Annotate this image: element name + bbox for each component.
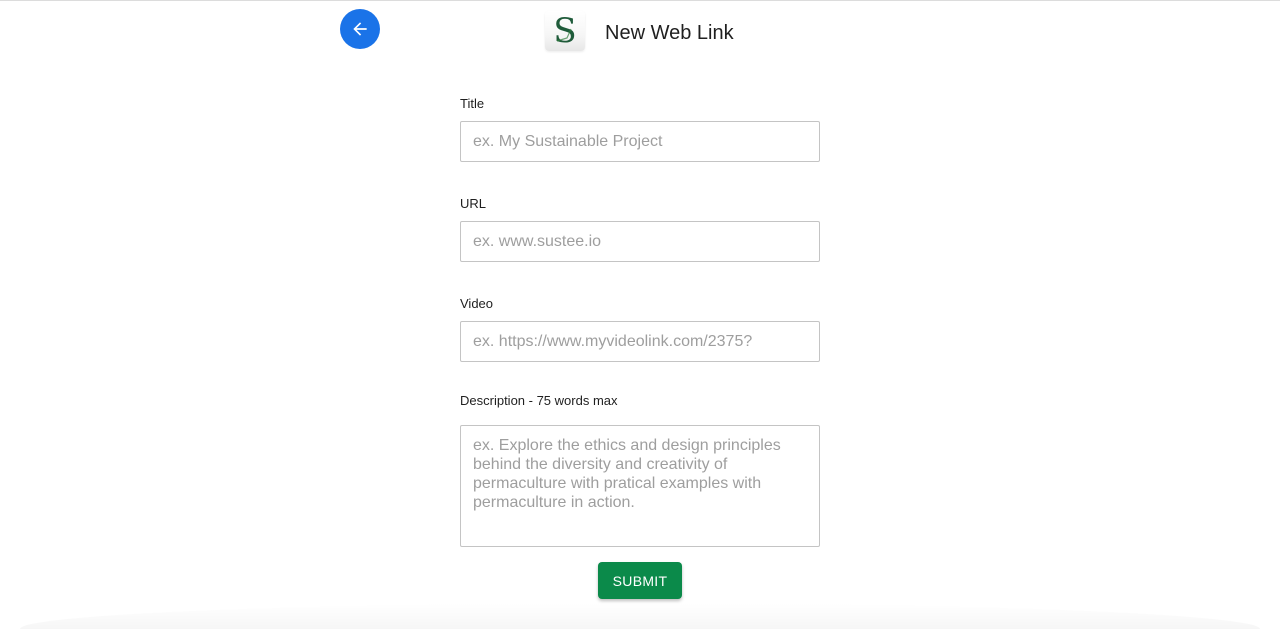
url-label: URL	[460, 196, 487, 211]
bottom-shadow	[20, 603, 1260, 629]
video-input[interactable]	[460, 321, 820, 362]
app-logo: S	[545, 11, 585, 51]
back-button[interactable]	[340, 9, 380, 49]
description-label: Description - 75 words max	[460, 393, 618, 408]
web-link-form: Title URL Video Description - 75 words m…	[460, 96, 820, 599]
video-label: Video	[460, 296, 494, 311]
submit-row: SUBMIT	[460, 562, 820, 599]
new-web-link-page: S New Web Link Title URL Video Descripti…	[0, 0, 1280, 629]
title-label: Title	[460, 96, 485, 111]
logo-letter: S	[553, 11, 576, 51]
title-input[interactable]	[460, 121, 820, 162]
description-textarea[interactable]	[460, 425, 820, 547]
page-title: New Web Link	[605, 22, 734, 44]
arrow-left-icon	[353, 22, 367, 36]
submit-button[interactable]: SUBMIT	[598, 562, 682, 599]
logo-s-icon: S	[553, 11, 576, 51]
url-input[interactable]	[460, 221, 820, 262]
